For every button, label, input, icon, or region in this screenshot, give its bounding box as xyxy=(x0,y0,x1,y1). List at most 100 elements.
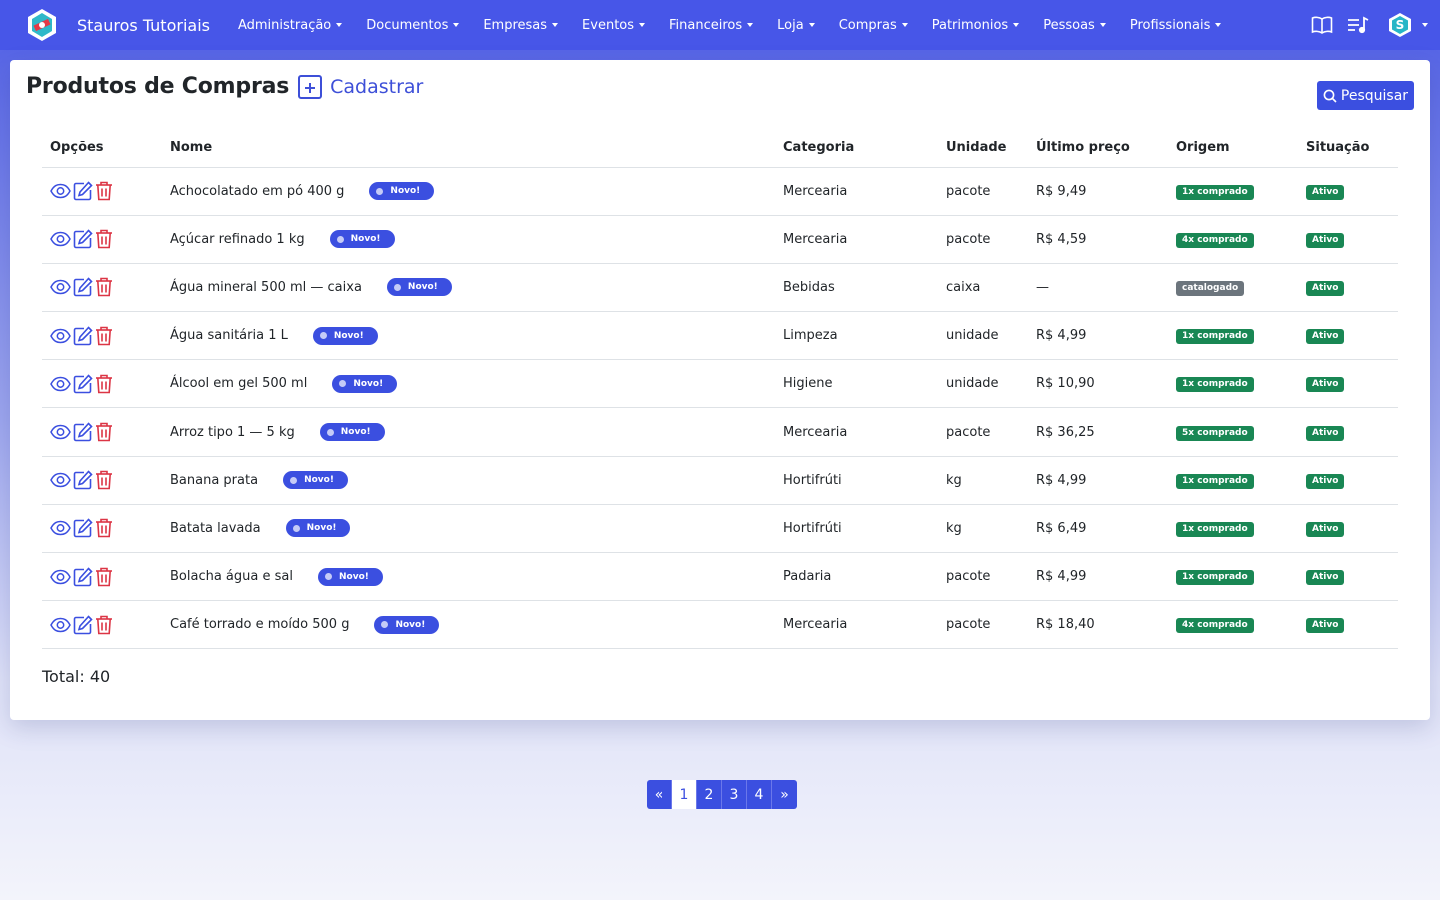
status-cell: Ativo xyxy=(1298,263,1398,313)
playlist-icon[interactable] xyxy=(1347,16,1369,34)
trash-icon[interactable] xyxy=(95,181,113,201)
caret-down-icon xyxy=(453,23,460,27)
product-unit: pacote xyxy=(938,600,1028,650)
nav-item-empresas[interactable]: Empresas xyxy=(483,17,559,33)
pagination-page-4[interactable]: 4 xyxy=(747,780,772,809)
trash-icon[interactable] xyxy=(95,422,113,442)
new-badge-label: Novo! xyxy=(395,619,426,630)
trash-icon[interactable] xyxy=(95,470,113,490)
origin-cell: 1x comprado xyxy=(1168,504,1298,554)
pagination-prev[interactable]: « xyxy=(647,780,672,809)
edit-icon[interactable] xyxy=(73,422,93,442)
product-unit: pacote xyxy=(938,167,1028,216)
trash-icon[interactable] xyxy=(95,326,113,346)
trash-icon[interactable] xyxy=(95,518,113,538)
edit-icon[interactable] xyxy=(73,374,93,394)
pagination-next[interactable]: » xyxy=(772,780,797,809)
nav-item-label: Empresas xyxy=(483,17,548,33)
dot-icon xyxy=(292,524,300,532)
eye-icon[interactable] xyxy=(50,231,71,247)
chevron-down-icon xyxy=(1422,23,1428,27)
row-options xyxy=(42,552,162,602)
status-cell: Ativo xyxy=(1298,311,1398,361)
pagination-page-2[interactable]: 2 xyxy=(697,780,722,809)
nav-item-label: Profissionais xyxy=(1129,17,1211,33)
edit-icon[interactable] xyxy=(73,470,93,490)
nav-item-eventos[interactable]: Eventos xyxy=(582,18,646,33)
origin-cell: 1x comprado xyxy=(1168,311,1298,361)
edit-icon[interactable] xyxy=(73,181,93,201)
nav-item-financeiros[interactable]: Financeiros xyxy=(669,18,754,33)
product-name: Café torrado e moído 500 g xyxy=(170,617,350,633)
product-name: Bolacha água e sal xyxy=(170,569,293,585)
pagination-page-1[interactable]: 1 xyxy=(672,780,697,809)
add-product-button[interactable]: Cadastrar xyxy=(298,74,423,99)
edit-icon[interactable] xyxy=(73,518,93,538)
brand-logo-icon xyxy=(28,9,56,41)
product-category: Mercearia xyxy=(775,407,938,457)
eye-icon[interactable] xyxy=(50,472,71,488)
table-row: Achocolatado em pó 400 g Novo! Mercearia pa… xyxy=(42,167,1398,216)
edit-icon[interactable] xyxy=(73,229,93,249)
status-cell: Ativo xyxy=(1298,600,1398,650)
product-name: Açúcar refinado 1 kg xyxy=(170,231,305,247)
book-icon[interactable] xyxy=(1311,16,1333,34)
product-last-price: R$ 36,25 xyxy=(1028,407,1168,457)
row-options xyxy=(42,263,162,313)
eye-icon[interactable] xyxy=(50,328,71,344)
row-name-cell: Bolacha água e sal Novo! xyxy=(162,552,775,602)
edit-icon[interactable] xyxy=(73,615,93,635)
row-options xyxy=(42,504,162,554)
table-row: Banana prata Novo! Hortifrúti kg R$ 4,99 1x c… xyxy=(42,456,1398,505)
row-options xyxy=(42,359,162,409)
trash-icon[interactable] xyxy=(95,229,113,249)
eye-icon[interactable] xyxy=(50,183,71,199)
origin-cell: catalogado xyxy=(1168,263,1298,313)
edit-icon[interactable] xyxy=(73,277,93,297)
product-unit: unidade xyxy=(938,359,1028,409)
eye-icon[interactable] xyxy=(50,569,71,585)
trash-icon[interactable] xyxy=(95,567,113,587)
product-category: Mercearia xyxy=(775,600,938,650)
nav-item-administracao[interactable]: Administração xyxy=(237,17,343,33)
row-name-cell: Açúcar refinado 1 kg Novo! xyxy=(162,215,775,264)
brand[interactable]: Stauros Tutoriais xyxy=(25,0,210,50)
nav-item-patrimonios[interactable]: Patrimonios xyxy=(932,18,1020,33)
nav-item-profissionais[interactable]: Profissionais xyxy=(1130,18,1222,33)
dot-icon xyxy=(336,235,344,243)
origin-badge: 1x comprado xyxy=(1176,473,1254,489)
status-badge: Ativo xyxy=(1306,329,1345,345)
product-last-price: R$ 6,49 xyxy=(1028,504,1168,554)
status-cell: Ativo xyxy=(1298,407,1398,457)
trash-icon[interactable] xyxy=(95,615,113,635)
eye-icon[interactable] xyxy=(50,520,71,536)
product-unit: unidade xyxy=(938,311,1028,361)
eye-icon[interactable] xyxy=(50,424,71,440)
nav-item-label: Documentos xyxy=(366,17,449,33)
product-category: Bebidas xyxy=(775,263,938,313)
edit-icon[interactable] xyxy=(73,325,93,346)
nav-item-loja[interactable]: Loja xyxy=(777,18,815,33)
pagination-page-3[interactable]: 3 xyxy=(722,780,747,809)
product-unit: kg xyxy=(938,504,1028,554)
eye-icon[interactable] xyxy=(50,279,71,295)
nav-item-documentos[interactable]: Documentos xyxy=(366,17,460,33)
products-table: Opções Nome Categoria Unidade Último pre… xyxy=(42,128,1398,650)
product-category: Mercearia xyxy=(775,167,938,216)
trash-icon[interactable] xyxy=(95,277,113,297)
edit-icon[interactable] xyxy=(73,566,93,587)
navbar-actions: S xyxy=(1297,0,1428,50)
caret-down-icon xyxy=(1099,23,1106,27)
nav-item-compras[interactable]: Compras xyxy=(839,18,908,33)
eye-icon[interactable] xyxy=(50,376,71,392)
new-badge: Novo! xyxy=(332,374,398,393)
product-category: Limpeza xyxy=(775,311,938,361)
nav-item-pessoas[interactable]: Pessoas xyxy=(1043,18,1106,33)
origin-badge: 1x comprado xyxy=(1176,521,1254,537)
search-button[interactable]: Pesquisar xyxy=(1317,81,1414,110)
eye-icon[interactable] xyxy=(50,617,71,633)
user-menu[interactable]: S xyxy=(1387,12,1428,38)
nav-item-label: Administração xyxy=(237,17,332,33)
trash-icon[interactable] xyxy=(95,374,113,394)
row-name-cell: Batata lavada Novo! xyxy=(162,504,775,554)
